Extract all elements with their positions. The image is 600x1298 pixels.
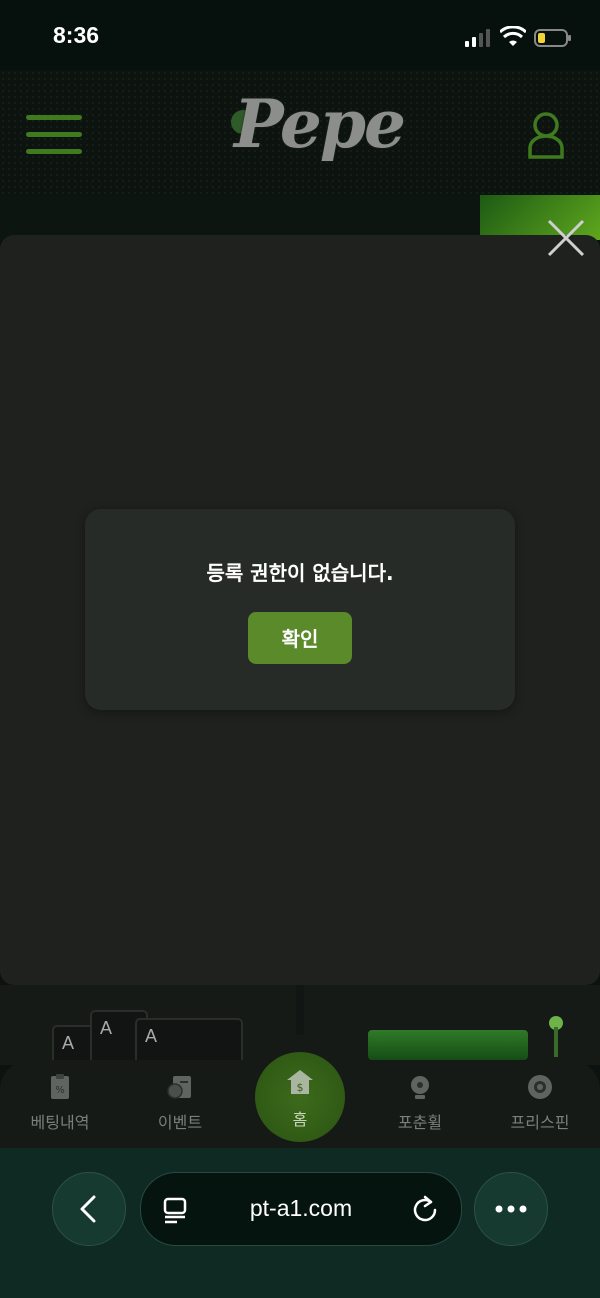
chevron-left-icon [80,1195,96,1223]
nav-label: 프리스핀 [510,1113,570,1132]
slot-game-thumbnail[interactable] [304,985,600,1065]
nav-label: 포춘휠 [397,1113,443,1132]
address-bar[interactable]: pt-a1.com [140,1172,462,1246]
user-icon[interactable] [527,110,565,160]
card-game-thumbnail[interactable]: A A A [0,985,296,1099]
nav-label: 베팅내역 [30,1113,90,1132]
back-button[interactable] [52,1172,126,1246]
nav-free-spin[interactable]: 프리스핀 [485,1073,595,1133]
nav-home-label: 홈 [292,1110,308,1129]
confirm-button[interactable]: 확인 [248,612,352,664]
status-bar: 8:36 [0,0,600,70]
svg-text:$: $ [297,1081,304,1094]
hamburger-menu-icon[interactable] [26,115,82,155]
alert-dialog: 등록 권한이 없습니다. 확인 [85,509,515,710]
reload-icon[interactable] [411,1195,439,1223]
dialog-message: 등록 권한이 없습니다. [206,561,394,585]
logo-text: Pepe [234,85,406,163]
more-options-button[interactable] [474,1172,548,1246]
close-icon[interactable] [546,218,586,258]
slot-machine-image [368,1030,528,1060]
event-icon [167,1076,191,1099]
home-icon: $ [287,1070,313,1094]
lever-icon [549,1016,563,1057]
svg-text:%: % [55,1085,65,1096]
nav-betting-history[interactable]: % 베팅내역 [5,1073,115,1133]
betting-history-icon: % [51,1074,69,1099]
more-icon [495,1205,527,1213]
cellular-signal-icon [465,29,490,47]
free-spin-icon [528,1075,552,1099]
wifi-icon [500,26,526,46]
nav-label: 이벤트 [157,1113,203,1132]
fortune-wheel-icon [411,1076,429,1099]
nav-event[interactable]: 이벤트 [125,1073,235,1133]
status-time: 8:36 [53,22,100,48]
battery-icon [534,29,571,47]
nav-fortune-wheel[interactable]: 포춘휠 [365,1073,475,1133]
